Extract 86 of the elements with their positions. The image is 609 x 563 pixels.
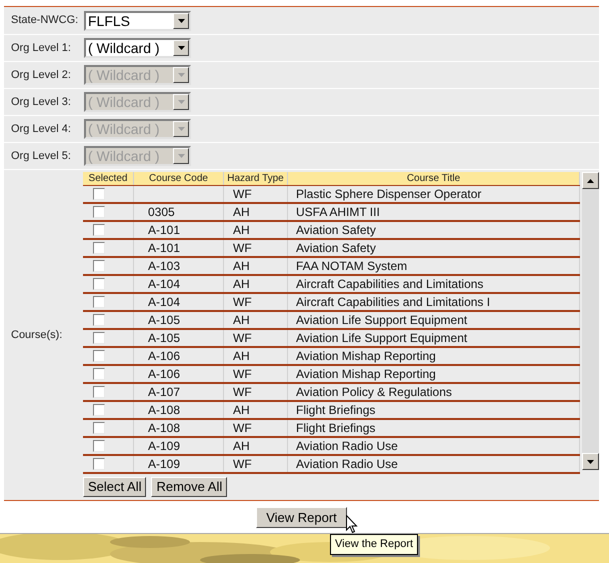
table-cell-text: Flight Briefings	[296, 402, 376, 418]
checkbox[interactable]	[93, 368, 105, 380]
table-cell-text: WF	[233, 330, 253, 346]
table-cell-text: Aircraft Capabilities and Limitations	[296, 276, 484, 292]
table-cell-text: USFA AHIMT III	[296, 204, 381, 220]
column-header: Course Title	[288, 172, 580, 185]
table-cell-text: Aviation Policy & Regulations	[296, 384, 453, 400]
table-cell-text: A-109	[148, 456, 182, 472]
checkbox[interactable]	[93, 332, 105, 344]
dropdown[interactable]: ( Wildcard )	[84, 38, 191, 58]
checkbox[interactable]	[93, 224, 105, 236]
table-cell-text: FAA NOTAM System	[296, 258, 408, 274]
table-cell-text: A-108	[148, 402, 182, 418]
checkbox[interactable]	[93, 422, 105, 434]
checkbox[interactable]	[93, 440, 105, 452]
checkbox[interactable]	[93, 242, 105, 254]
table-cell-text: WF	[233, 456, 253, 472]
field-label: Org Level 5:	[10, 148, 72, 164]
remove-all-button[interactable]: Remove All	[151, 477, 228, 497]
table-cell-text: AH	[233, 204, 251, 220]
checkbox[interactable]	[93, 458, 105, 470]
field-label: Org Level 1:	[10, 40, 72, 56]
table-cell-text: A-104	[148, 276, 182, 292]
table-cell-text: A-104	[148, 294, 182, 310]
tooltip: View the Report	[330, 534, 418, 554]
table-cell-text: AH	[233, 402, 251, 418]
table-cell-text: AH	[233, 438, 251, 454]
field-label: Org Level 3:	[10, 94, 72, 110]
select-all-button[interactable]: Select All	[83, 477, 146, 497]
table-cell-text: A-109	[148, 438, 182, 454]
table-cell-text: A-106	[148, 348, 182, 364]
checkbox[interactable]	[93, 188, 105, 200]
checkbox[interactable]	[93, 260, 105, 272]
table-cell-text: WF	[233, 420, 253, 436]
view-report-button[interactable]: View Report	[256, 507, 347, 528]
table-cell-text: A-105	[148, 330, 182, 346]
checkbox[interactable]	[93, 314, 105, 326]
table-cell-text: WF	[233, 294, 253, 310]
table-cell-text: AH	[233, 258, 251, 274]
table-cell-text: WF	[233, 240, 253, 256]
table-cell-text: Aviation Life Support Equipment	[296, 330, 468, 346]
checkbox[interactable]	[93, 296, 105, 308]
column-header: Course Code	[134, 172, 224, 185]
field-label: Course(s):	[11, 328, 62, 343]
table-cell-text: Aviation Safety	[296, 222, 377, 238]
table-cell-text: AH	[233, 222, 251, 238]
scroll-up-icon[interactable]	[582, 172, 599, 189]
field-label: State-NWCG:	[10, 13, 80, 28]
table-cell-text: A-103	[148, 258, 182, 274]
table-cell-text: A-101	[148, 222, 182, 238]
table-cell-text: AH	[233, 312, 251, 328]
table-cell-text: Aviation Radio Use	[296, 438, 399, 454]
scrollbar[interactable]	[582, 172, 599, 470]
checkbox[interactable]	[93, 206, 105, 218]
checkbox[interactable]	[93, 350, 105, 362]
checkbox[interactable]	[93, 404, 105, 416]
scroll-down-icon[interactable]	[582, 453, 599, 470]
table-cell-text: Aviation Life Support Equipment	[296, 312, 468, 328]
table-cell-text: Aircraft Capabilities and Limitations I	[296, 294, 492, 310]
table-cell-text: AH	[233, 276, 251, 292]
column-header: Selected	[83, 172, 134, 185]
table-cell-text: Aviation Safety	[296, 240, 377, 256]
table-cell-text: A-101	[148, 240, 182, 256]
table-cell-text: WF	[233, 366, 253, 382]
dropdown[interactable]: FLFLS	[84, 10, 191, 30]
table-cell-text: A-106	[148, 366, 182, 382]
checkbox[interactable]	[93, 278, 105, 290]
table-cell-text: AH	[233, 348, 251, 364]
table-cell-text: 0305	[148, 204, 176, 220]
table-cell-text: A-105	[148, 312, 182, 328]
field-label: Org Level 4:	[10, 122, 72, 137]
caret-icon[interactable]	[173, 40, 189, 56]
table-cell-text: A-107	[148, 384, 182, 400]
table-cell-text: WF	[233, 186, 253, 202]
caret-icon[interactable]	[173, 12, 189, 28]
table-cell-text: Aviation Mishap Reporting	[296, 348, 437, 364]
table-cell-text: Aviation Mishap Reporting	[296, 366, 437, 382]
mouse-pointer-icon	[346, 515, 358, 534]
checkbox[interactable]	[93, 386, 105, 398]
table-cell-text: Flight Briefings	[296, 420, 376, 436]
field-label: Org Level 2:	[10, 68, 72, 83]
column-header: Hazard Type	[224, 172, 288, 185]
table-cell-text: Aviation Radio Use	[296, 456, 399, 472]
table-cell-text: A-108	[148, 420, 182, 436]
table-cell-text: WF	[233, 384, 253, 400]
table-cell-text: Plastic Sphere Dispenser Operator	[296, 186, 482, 202]
